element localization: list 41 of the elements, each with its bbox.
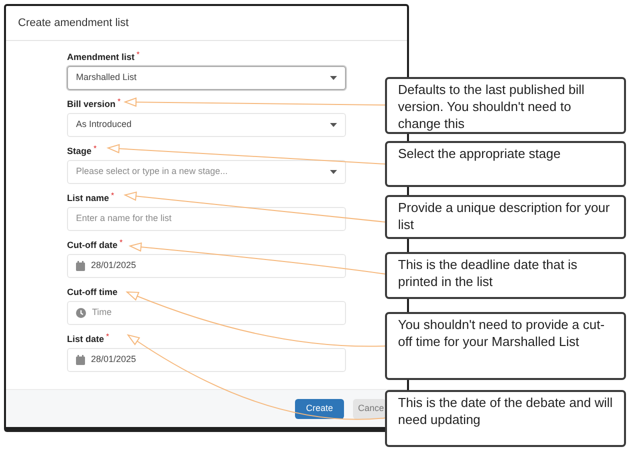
caret-icon: [330, 123, 337, 127]
field-placeholder: Time: [92, 307, 112, 318]
required-mark: *: [94, 145, 97, 153]
callout-box: Provide a unique description for your list: [385, 195, 626, 239]
field-placeholder: Enter a name for the list: [76, 213, 172, 224]
dropdown-field[interactable]: Marshalled List: [67, 66, 346, 90]
field-label: Cut-off date: [67, 239, 118, 251]
cancel-button[interactable]: Cance: [353, 398, 386, 418]
field-label: List name: [67, 192, 110, 204]
caret-icon: [330, 76, 337, 80]
calendar-icon: [76, 261, 85, 271]
date-field[interactable]: 28/01/2025: [67, 254, 346, 278]
field-value: As Introduced: [76, 119, 132, 130]
field-value: 28/01/2025: [91, 354, 136, 364]
input-field[interactable]: Enter a name for the list: [67, 207, 346, 231]
calendar-icon: [76, 355, 85, 365]
window-title: Create amendment list: [18, 16, 129, 31]
required-mark: *: [106, 333, 110, 341]
field-label: Bill version: [67, 98, 116, 110]
required-mark: *: [136, 51, 140, 59]
field-label: Cut-off time: [67, 286, 118, 298]
field-value: Marshalled List: [76, 72, 137, 82]
field-label: List date: [67, 333, 104, 345]
callout-box: Defaults to the last published bill version. You shouldn't need to change this: [385, 77, 626, 134]
field-placeholder: Please select or type in a new stage...: [76, 166, 228, 176]
create-button[interactable]: Create: [295, 398, 344, 418]
callout-box: Select the appropriate stage: [385, 141, 626, 187]
dropdown-field[interactable]: As Introduced: [67, 113, 346, 137]
callout-box: This is the deadline date that is printed in the list: [385, 252, 626, 299]
callout-box: You shouldn't need to provide a cut-off time for your Marshalled List: [385, 312, 626, 380]
clock-icon: [76, 308, 86, 318]
field-label: Stage: [67, 145, 92, 157]
caret-icon: [330, 170, 337, 174]
field-value: 28/01/2025: [91, 260, 136, 270]
required-mark: *: [111, 192, 114, 200]
field-label: Amendment list: [67, 51, 135, 63]
date-field[interactable]: 28/01/2025: [67, 348, 346, 372]
dropdown-field[interactable]: Please select or type in a new stage...: [67, 160, 346, 184]
required-mark: *: [120, 239, 123, 247]
callout-box: This is the date of the debate and will need updating: [385, 390, 626, 447]
required-mark: *: [118, 98, 121, 106]
